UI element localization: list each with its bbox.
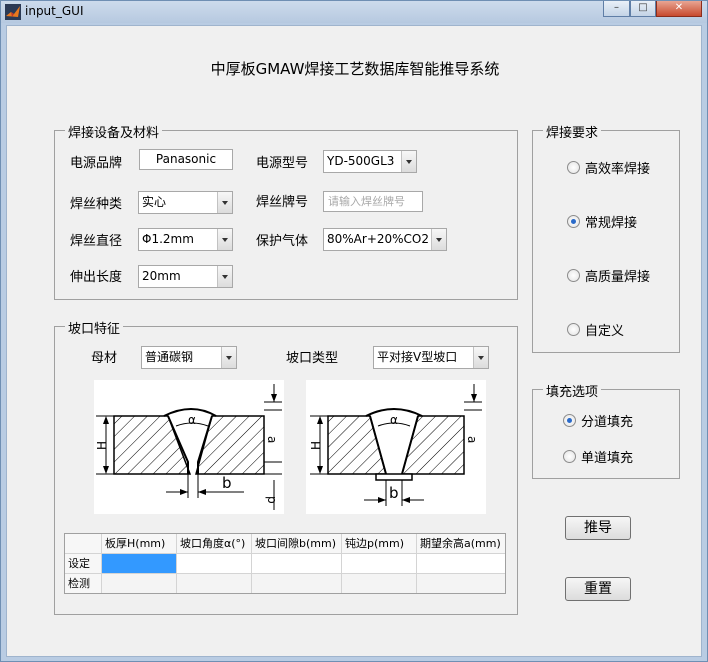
requirement-panel-title: 焊接要求: [543, 122, 602, 141]
shield-gas-value: 80%Ar+20%CO2: [327, 232, 429, 246]
table-cell[interactable]: [177, 574, 252, 593]
minimize-button[interactable]: –: [603, 1, 630, 17]
maximize-button[interactable]: □: [630, 1, 656, 17]
table-cell[interactable]: [252, 574, 342, 593]
table-cell[interactable]: [177, 554, 252, 574]
wire-type-value: 实心: [142, 195, 167, 209]
radio-normal[interactable]: [567, 215, 580, 228]
groove-diagram-2: H α a b: [306, 380, 486, 514]
groove-type-value: 平对接V型坡口: [377, 350, 458, 364]
radio-label[interactable]: 常规焊接: [585, 212, 637, 231]
base-metal-label: 母材: [91, 351, 118, 366]
page-title: 中厚板GMAW焊接工艺数据库智能推导系统: [210, 60, 500, 78]
fill-option-panel: 填充选项 分道填充 单道填充: [532, 381, 680, 479]
derive-button[interactable]: 推导: [565, 516, 631, 540]
groove-type-select[interactable]: 平对接V型坡口: [373, 346, 489, 369]
radio-high-efficiency[interactable]: [567, 161, 580, 174]
table-cell-selected[interactable]: [102, 554, 177, 574]
chevron-down-icon[interactable]: [401, 151, 416, 172]
radio-high-quality[interactable]: [567, 269, 580, 282]
table-cell[interactable]: [342, 554, 417, 574]
chevron-down-icon[interactable]: [431, 229, 446, 250]
title-bar[interactable]: input_GUI – □ ✕: [1, 1, 707, 23]
parameter-table[interactable]: 板厚H(mm) 坡口角度α(°) 坡口间隙b(mm) 钝边p(mm) 期望余高a…: [64, 533, 506, 594]
equipment-panel: 焊接设备及材料 电源品牌 Panasonic 电源型号 YD-500GL3 焊丝…: [54, 122, 518, 300]
table-cell[interactable]: [417, 554, 505, 574]
groove-type-label: 坡口类型: [286, 351, 339, 366]
wire-type-select[interactable]: 实心: [138, 191, 233, 214]
close-button[interactable]: ✕: [656, 1, 702, 17]
shield-gas-label: 保护气体: [256, 234, 309, 249]
fig2-alpha-label: α: [390, 413, 398, 427]
table-corner: [65, 534, 102, 554]
wire-brand-label: 焊丝牌号: [256, 195, 309, 210]
radio-label[interactable]: 高效率焊接: [585, 158, 650, 177]
radio-multi-pass[interactable]: [563, 414, 576, 427]
chevron-down-icon[interactable]: [473, 347, 488, 368]
chevron-down-icon[interactable]: [221, 347, 236, 368]
column-header[interactable]: 钝边p(mm): [342, 534, 417, 554]
row-header-detect[interactable]: 检测: [65, 574, 102, 593]
base-metal-value: 普通碳钢: [145, 350, 194, 364]
radio-label[interactable]: 高质量焊接: [585, 266, 650, 285]
fig1-p-label: p: [265, 496, 279, 504]
wire-diameter-select[interactable]: Φ1.2mm: [138, 228, 233, 251]
stickout-value: 20mm: [142, 269, 181, 283]
reset-button[interactable]: 重置: [565, 577, 631, 601]
power-model-select[interactable]: YD-500GL3: [323, 150, 417, 173]
column-header[interactable]: 期望余高a(mm): [417, 534, 505, 554]
radio-label[interactable]: 自定义: [585, 320, 624, 339]
wire-diameter-label: 焊丝直径: [70, 234, 123, 249]
chevron-down-icon[interactable]: [217, 229, 232, 250]
column-header[interactable]: 板厚H(mm): [102, 534, 177, 554]
radio-label[interactable]: 单道填充: [581, 447, 633, 466]
stickout-label: 伸出长度: [70, 270, 123, 285]
window-title: input_GUI: [25, 4, 84, 18]
column-header[interactable]: 坡口角度α(°): [177, 534, 252, 554]
stickout-select[interactable]: 20mm: [138, 265, 233, 288]
radio-custom[interactable]: [567, 323, 580, 336]
power-model-value: YD-500GL3: [327, 154, 395, 168]
power-brand-field[interactable]: Panasonic: [139, 149, 233, 170]
fill-option-panel-title: 填充选项: [543, 381, 602, 400]
column-header[interactable]: 坡口间隙b(mm): [252, 534, 342, 554]
table-cell[interactable]: [252, 554, 342, 574]
shield-gas-select[interactable]: 80%Ar+20%CO2: [323, 228, 447, 251]
radio-label[interactable]: 分道填充: [581, 411, 633, 430]
wire-diameter-value: Φ1.2mm: [142, 232, 194, 246]
groove-diagram-1: H α a p b: [94, 380, 284, 514]
fig2-b-label: b: [389, 484, 399, 502]
fig1-alpha-label: α: [188, 413, 196, 427]
fig2-h-label: H: [309, 441, 323, 450]
fig1-h-label: H: [95, 441, 109, 450]
fig2-a-label: a: [465, 436, 479, 443]
fig1-b-label: b: [222, 474, 232, 492]
power-model-label: 电源型号: [256, 156, 309, 171]
equipment-panel-title: 焊接设备及材料: [65, 122, 163, 141]
table-cell[interactable]: [102, 574, 177, 593]
groove-panel-title: 坡口特征: [65, 318, 124, 337]
table-cell[interactable]: [342, 574, 417, 593]
chevron-down-icon[interactable]: [217, 266, 232, 287]
wire-brand-input[interactable]: 请输入焊丝牌号: [323, 191, 423, 212]
wire-type-label: 焊丝种类: [70, 197, 123, 212]
chevron-down-icon[interactable]: [217, 192, 232, 213]
radio-single-pass[interactable]: [563, 450, 576, 463]
power-brand-label: 电源品牌: [70, 156, 123, 171]
figure-client-area: 中厚板GMAW焊接工艺数据库智能推导系统 焊接设备及材料 电源品牌 Panaso…: [6, 25, 702, 657]
fig1-a-label: a: [265, 436, 279, 443]
table-cell[interactable]: [417, 574, 505, 593]
app-window: input_GUI – □ ✕ 中厚板GMAW焊接工艺数据库智能推导系统 焊接设…: [0, 0, 708, 662]
matlab-app-icon: [5, 4, 21, 20]
requirement-panel: 焊接要求 高效率焊接 常规焊接 高质量焊接 自定义: [532, 122, 680, 353]
row-header-set[interactable]: 设定: [65, 554, 102, 574]
base-metal-select[interactable]: 普通碳钢: [141, 346, 237, 369]
